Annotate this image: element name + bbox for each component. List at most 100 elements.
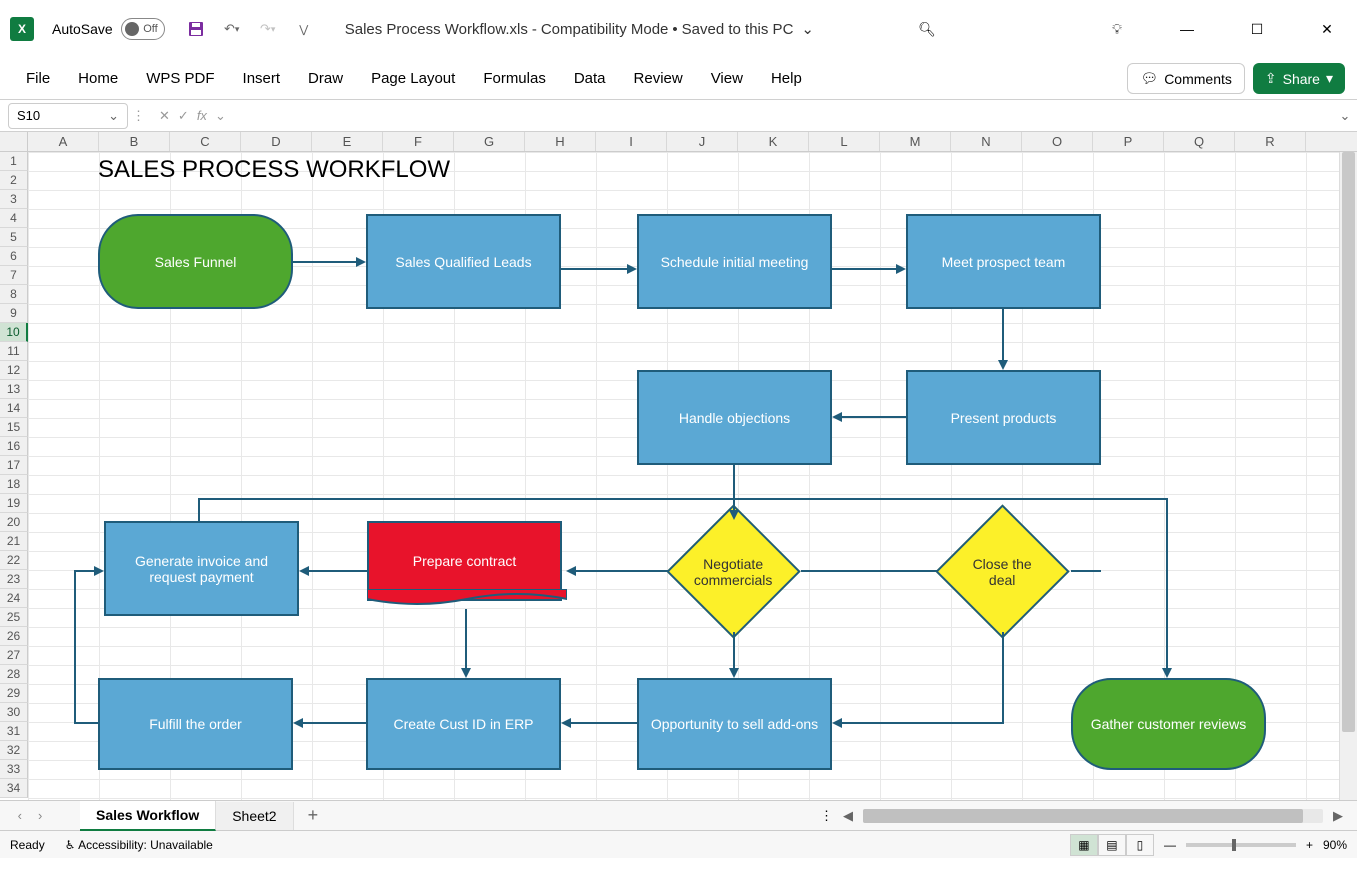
shape-present-products[interactable]: Present products — [906, 370, 1101, 465]
col-header[interactable]: J — [667, 132, 738, 151]
row-header[interactable]: 28 — [0, 665, 28, 684]
normal-view-icon[interactable]: ▦ — [1070, 834, 1098, 856]
redo-icon[interactable]: ↷▾ — [257, 18, 279, 40]
zoom-in-button[interactable]: + — [1306, 838, 1313, 852]
tab-file[interactable]: File — [12, 62, 64, 95]
col-header[interactable]: N — [951, 132, 1022, 151]
row-header[interactable]: 26 — [0, 627, 28, 646]
col-header[interactable]: M — [880, 132, 951, 151]
row-header[interactable]: 4 — [0, 209, 28, 228]
row-header[interactable]: 15 — [0, 418, 28, 437]
sheet-tab-sheet2[interactable]: Sheet2 — [216, 802, 293, 830]
row-header[interactable]: 19 — [0, 494, 28, 513]
row-header[interactable]: 34 — [0, 779, 28, 798]
chevron-down-icon[interactable]: ⌄ — [108, 108, 119, 124]
comments-button[interactable]: 💬︎ Comments — [1127, 63, 1244, 94]
row-header[interactable]: 24 — [0, 589, 28, 608]
hscroll-track[interactable] — [863, 809, 1323, 823]
col-header[interactable]: D — [241, 132, 312, 151]
minimize-button[interactable]: — — [1167, 14, 1207, 44]
hscroll-thumb[interactable] — [863, 809, 1303, 823]
shape-sales-funnel[interactable]: Sales Funnel — [98, 214, 293, 309]
zoom-out-button[interactable]: — — [1164, 838, 1176, 852]
col-header[interactable]: P — [1093, 132, 1164, 151]
row-header[interactable]: 16 — [0, 437, 28, 456]
hscroll-left-icon[interactable]: ◀ — [839, 808, 857, 824]
row-header[interactable]: 12 — [0, 361, 28, 380]
close-button[interactable]: ✕ — [1307, 14, 1347, 44]
row-header[interactable]: 22 — [0, 551, 28, 570]
row-header[interactable]: 23 — [0, 570, 28, 589]
formula-expand-icon[interactable]: ⌄ — [1333, 108, 1357, 124]
chevron-down-icon[interactable]: ⌄ — [801, 20, 814, 38]
maximize-button[interactable]: ☐ — [1237, 14, 1277, 44]
vertical-scrollbar[interactable] — [1339, 152, 1357, 800]
shape-meet-prospect[interactable]: Meet prospect team — [906, 214, 1101, 309]
undo-icon[interactable]: ↶▾ — [221, 18, 243, 40]
save-icon[interactable] — [185, 18, 207, 40]
fx-icon[interactable]: fx — [197, 108, 207, 123]
col-header[interactable]: O — [1022, 132, 1093, 151]
page-layout-view-icon[interactable]: ▤ — [1098, 834, 1126, 856]
row-header[interactable]: 31 — [0, 722, 28, 741]
shape-fulfill-order[interactable]: Fulfill the order — [98, 678, 293, 770]
row-header[interactable]: 21 — [0, 532, 28, 551]
row-header[interactable]: 18 — [0, 475, 28, 494]
toggle-switch[interactable]: Off — [121, 18, 165, 40]
row-header[interactable]: 6 — [0, 247, 28, 266]
autosave-toggle[interactable]: AutoSave Off — [52, 18, 165, 40]
shape-prepare-contract[interactable]: Prepare contract — [367, 521, 562, 601]
tab-view[interactable]: View — [697, 62, 757, 95]
add-sheet-button[interactable]: + — [294, 801, 333, 830]
shape-generate-invoice[interactable]: Generate invoice and request payment — [104, 521, 299, 616]
tab-pagelayout[interactable]: Page Layout — [357, 62, 469, 95]
sheet-tab-sales-workflow[interactable]: Sales Workflow — [80, 801, 216, 831]
row-header[interactable]: 3 — [0, 190, 28, 209]
col-header[interactable]: H — [525, 132, 596, 151]
next-sheet-icon[interactable]: › — [38, 808, 42, 823]
row-header[interactable]: 13 — [0, 380, 28, 399]
hscroll-more-icon[interactable]: ⋮ — [820, 808, 833, 824]
row-header[interactable]: 33 — [0, 760, 28, 779]
hscroll-right-icon[interactable]: ▶ — [1329, 808, 1347, 824]
shape-schedule-meeting[interactable]: Schedule initial meeting — [637, 214, 832, 309]
document-title[interactable]: Sales Process Workflow.xls - Compatibili… — [345, 20, 814, 38]
tab-review[interactable]: Review — [620, 62, 697, 95]
lightbulb-icon[interactable]: 💡︎ — [1097, 14, 1137, 44]
row-header[interactable]: 9 — [0, 304, 28, 323]
shape-opportunity[interactable]: Opportunity to sell add-ons — [637, 678, 832, 770]
col-header[interactable]: I — [596, 132, 667, 151]
accessibility-status[interactable]: ♿︎ Accessibility: Unavailable — [65, 838, 213, 852]
row-header[interactable]: 10 — [0, 323, 28, 342]
search-icon[interactable]: 🔍︎ — [907, 14, 947, 44]
col-header[interactable]: F — [383, 132, 454, 151]
col-header[interactable]: G — [454, 132, 525, 151]
name-box[interactable]: S10 ⌄ — [8, 103, 128, 129]
row-header[interactable]: 11 — [0, 342, 28, 361]
prev-sheet-icon[interactable]: ‹ — [18, 808, 22, 823]
col-header[interactable]: L — [809, 132, 880, 151]
shape-create-cust-id[interactable]: Create Cust ID in ERP — [366, 678, 561, 770]
row-header[interactable]: 27 — [0, 646, 28, 665]
row-header[interactable]: 25 — [0, 608, 28, 627]
cells-canvas[interactable]: SALES PROCESS WORKFLOW Sales Funnel Sale… — [28, 152, 1339, 800]
row-header[interactable]: 14 — [0, 399, 28, 418]
row-header[interactable]: 30 — [0, 703, 28, 722]
scroll-thumb[interactable] — [1342, 152, 1355, 732]
chevron-down-icon[interactable]: ⌄ — [215, 108, 226, 124]
shape-handle-objections[interactable]: Handle objections — [637, 370, 832, 465]
zoom-level[interactable]: 90% — [1323, 838, 1347, 852]
qat-more-icon[interactable]: ⋁ — [293, 18, 315, 40]
row-header[interactable]: 2 — [0, 171, 28, 190]
row-header[interactable]: 7 — [0, 266, 28, 285]
tab-wpspdf[interactable]: WPS PDF — [132, 62, 228, 95]
row-header[interactable]: 1 — [0, 152, 28, 171]
row-header[interactable]: 5 — [0, 228, 28, 247]
share-button[interactable]: ⇪ Share ▾ — [1253, 63, 1345, 94]
diagram-title[interactable]: SALES PROCESS WORKFLOW — [98, 156, 450, 184]
col-header[interactable]: E — [312, 132, 383, 151]
row-header[interactable]: 32 — [0, 741, 28, 760]
formula-input[interactable] — [236, 103, 1333, 129]
cancel-icon[interactable]: ✕ — [159, 108, 170, 124]
select-all-corner[interactable] — [0, 132, 28, 151]
